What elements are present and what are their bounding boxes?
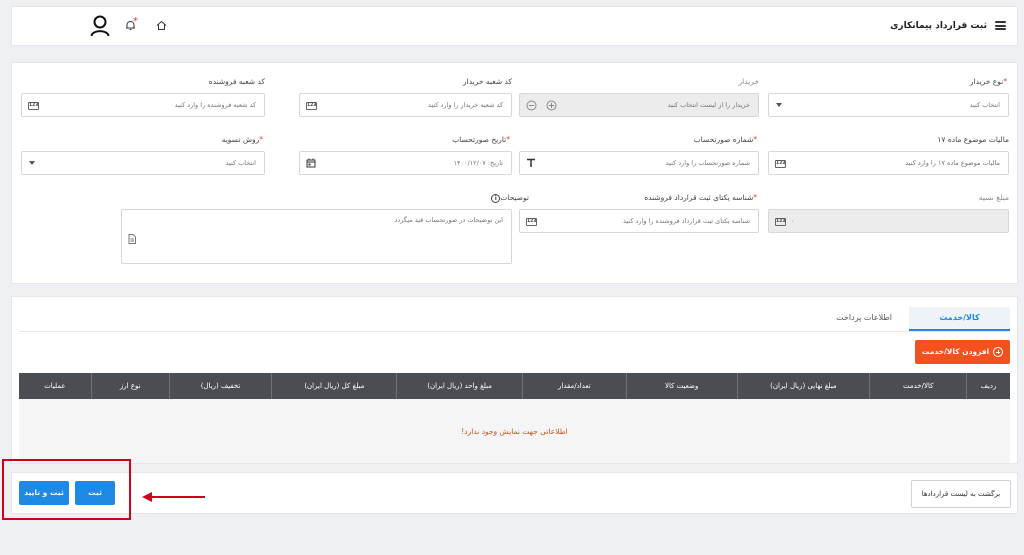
tab-goods-services[interactable]: کالا/خدمت: [909, 307, 1010, 331]
user-icon[interactable]: [90, 15, 110, 37]
items-section: کالا/خدمت اطلاعات پرداخت افزودن کالا/خدم…: [11, 296, 1018, 464]
seller-branch-input[interactable]: کد شعبه فروشنده را وارد کنید 123: [21, 93, 265, 117]
plus-icon: [993, 347, 1004, 357]
col-discount: تخفیف (ریال): [168, 373, 272, 399]
tab-payment-info[interactable]: اطلاعات پرداخت: [836, 307, 892, 331]
buyer-type-label: *نوع خریدار: [969, 77, 1007, 86]
plus-circle-icon[interactable]: [546, 100, 557, 111]
col-row: ردیف: [966, 373, 1010, 399]
buyer-branch-input[interactable]: کد شعبه خریدار را وارد کنید 123: [299, 93, 512, 117]
notification-dot: *: [133, 16, 138, 27]
back-to-contracts-button[interactable]: برگشت به لیست قراردادها: [911, 480, 1011, 508]
buyer-input[interactable]: خریدار را از لیست انتخاب کنید: [519, 93, 759, 117]
col-quantity: تعداد/مقدار: [521, 373, 626, 399]
info-icon[interactable]: i: [491, 193, 501, 203]
dropdown-arrow-icon: [29, 161, 35, 165]
invoice-number-input[interactable]: شماره صورتحساب را وارد کنید: [519, 151, 759, 175]
credit-amount-label: مبلغ نسیه: [978, 193, 1009, 202]
seller-branch-label: کد شعبه فروشنده: [208, 77, 265, 86]
document-icon: [128, 234, 136, 244]
settlement-select[interactable]: انتخاب کنید: [21, 151, 265, 175]
footer-actions: برگشت به لیست قراردادها ثبت ثبت و تایید: [11, 472, 1018, 514]
text-icon: [527, 158, 535, 167]
col-item: کالا/خدمت: [869, 373, 966, 399]
contract-id-input[interactable]: شناسه یکتای ثبت قرارداد فروشنده را وارد …: [519, 209, 759, 233]
contract-form: *نوع خریدار خریدار کد شعبه خریدار کد شعب…: [11, 62, 1018, 284]
number-icon: 123: [526, 218, 537, 226]
invoice-date-label: *تاریخ صورتحساب: [452, 135, 510, 144]
tax-article-input[interactable]: مالیات موضوع ماده ۱۷ را وارد کنید 123: [768, 151, 1009, 175]
col-total-amount: مبلغ کل (ریال ایران): [271, 373, 396, 399]
col-currency: نوع ارز: [90, 373, 169, 399]
number-icon: 123: [28, 102, 39, 110]
tab-divider: [19, 331, 1010, 332]
buyer-label: خریدار: [738, 77, 759, 86]
items-table-header: ردیف کالا/خدمت مبلغ نهایی (ریال ایران) و…: [19, 373, 1010, 399]
items-table-body: اطلاعاتی جهت نمایش وجود ندارد!: [19, 399, 1010, 463]
page-title: ثبت قرارداد پیمانکاری: [890, 21, 987, 31]
minus-circle-icon[interactable]: [526, 100, 537, 111]
credit-amount-input: ۰ 123: [768, 209, 1009, 233]
tax-article-label: مالیات موضوع ماده ۱۷: [937, 135, 1009, 144]
col-final-amount: مبلغ نهایی (ریال ایران): [736, 373, 870, 399]
col-actions: عملیات: [44, 382, 66, 390]
buyer-branch-label: کد شعبه خریدار: [463, 77, 512, 86]
top-header: ثبت قرارداد پیمانکاری *: [11, 6, 1018, 46]
number-icon: 123: [775, 160, 786, 168]
col-unit-price: مبلغ واحد (ریال ایران): [396, 373, 522, 399]
settlement-label: *روش تسویه: [221, 135, 263, 144]
empty-table-message: اطلاعاتی جهت نمایش وجود ندارد!: [461, 427, 568, 436]
invoice-number-label: *شماره صورتحساب: [693, 135, 757, 144]
description-textarea[interactable]: این توضیحات در صورتحساب قید میگردد: [121, 209, 512, 264]
home-icon[interactable]: [156, 20, 167, 31]
buyer-type-select[interactable]: انتخاب کنید: [768, 93, 1009, 117]
dropdown-arrow-icon: [776, 103, 782, 107]
highlight-box: [2, 459, 131, 520]
menu-icon[interactable]: [995, 21, 1006, 30]
description-label: توضیحاتi: [488, 193, 529, 203]
annotation-arrow: [151, 496, 205, 498]
number-icon: 123: [306, 102, 317, 110]
col-item-status: وضعیت کالا: [625, 373, 737, 399]
add-item-button[interactable]: افزودن کالا/خدمت: [915, 340, 1010, 364]
calendar-icon[interactable]: [306, 158, 316, 168]
invoice-date-input[interactable]: تاریخ: ۱۴۰۰/۱۲/۰۷: [299, 151, 512, 175]
number-icon: 123: [775, 218, 786, 226]
contract-id-label: *شناسه یکتای ثبت قرارداد فروشنده: [644, 193, 757, 202]
annotation-arrow-head: [142, 492, 152, 502]
